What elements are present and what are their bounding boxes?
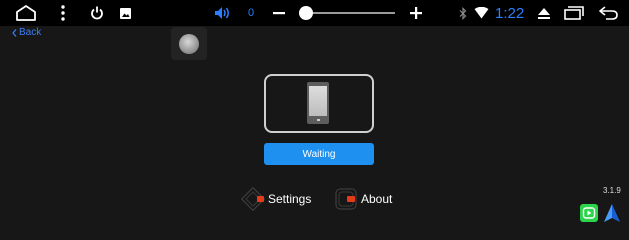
settings-label: Settings — [268, 192, 312, 206]
carplay-icon[interactable] — [580, 204, 598, 222]
image-icon[interactable] — [118, 0, 132, 26]
eject-icon[interactable] — [536, 0, 552, 26]
floating-ball-button[interactable] — [171, 27, 207, 60]
wifi-icon — [473, 0, 489, 26]
back-arrow-icon[interactable] — [597, 0, 619, 26]
volume-up-icon[interactable] — [409, 0, 423, 26]
volume-slider-thumb[interactable] — [299, 6, 313, 20]
back-label: Back — [19, 27, 42, 38]
clock: 1:22 — [495, 4, 525, 22]
volume-value: 0 — [248, 7, 255, 19]
settings-link[interactable]: Settings — [240, 186, 312, 212]
version-label: 3.1.9 — [603, 186, 621, 195]
status-bar: 0 1:22 — [0, 0, 629, 26]
power-icon[interactable] — [89, 0, 105, 26]
about-icon — [334, 187, 358, 211]
bluetooth-icon — [458, 0, 468, 26]
about-link[interactable]: About — [334, 187, 392, 211]
recent-apps-icon[interactable] — [563, 0, 585, 26]
connection-status-button[interactable]: Waiting — [264, 143, 374, 165]
more-vertical-icon[interactable] — [58, 0, 68, 26]
home-icon[interactable] — [14, 0, 38, 26]
volume-slider[interactable] — [300, 12, 395, 14]
about-label: About — [361, 192, 393, 206]
android-auto-icon[interactable] — [602, 203, 620, 222]
volume-down-icon[interactable] — [272, 0, 286, 26]
phone-icon — [307, 82, 329, 124]
volume-icon[interactable] — [213, 0, 231, 26]
settings-icon — [240, 186, 266, 212]
back-link[interactable]: Back — [12, 27, 41, 38]
chevron-left-icon — [12, 28, 17, 37]
device-frame — [264, 74, 374, 133]
floating-ball-icon — [179, 33, 199, 54]
